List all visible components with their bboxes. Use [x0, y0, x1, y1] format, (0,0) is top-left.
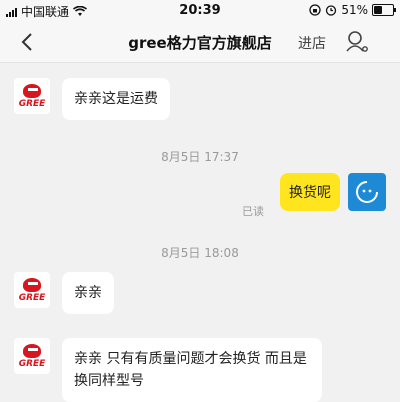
gree-logo-icon — [23, 343, 41, 358]
message-bubble[interactable]: 亲亲 只有有质量问题才会换货 而且是换同样型号 — [62, 338, 322, 402]
my-message-bubble[interactable]: 换货呢 — [280, 173, 340, 211]
shop-avatar[interactable]: GREE — [14, 78, 50, 114]
shop-avatar[interactable]: GREE — [14, 338, 50, 374]
message-bubble[interactable]: 亲亲这是运费 — [62, 78, 170, 120]
gree-logo-icon — [23, 277, 41, 292]
status-bar: 中国联通 20:39 51% — [0, 0, 400, 22]
alarm-icon — [326, 5, 337, 16]
read-receipt: 已读 — [242, 205, 264, 218]
my-avatar[interactable] — [348, 173, 386, 211]
smiley-face-icon — [356, 181, 378, 203]
status-right: 51% — [309, 3, 396, 17]
message-bubble[interactable]: 亲亲 — [62, 272, 114, 314]
chat-title: gree格力官方旗舰店 — [128, 34, 272, 52]
shop-avatar[interactable]: GREE — [14, 272, 50, 308]
chat-nav-bar: gree格力官方旗舰店 进店 — [0, 22, 400, 63]
enter-store-button[interactable]: 进店 — [298, 33, 326, 53]
message-timestamp: 8月5日 17:37 — [161, 150, 239, 164]
battery-icon — [372, 4, 396, 16]
avatar-brand-text: GREE — [18, 358, 46, 369]
orientation-lock-icon — [309, 4, 321, 16]
message-timestamp: 8月5日 18:08 — [161, 246, 239, 260]
avatar-brand-text: GREE — [18, 292, 46, 303]
avatar-brand-text: GREE — [18, 98, 46, 109]
user-profile-icon[interactable] — [344, 29, 370, 55]
battery-percent: 51% — [341, 3, 368, 17]
gree-logo-icon — [23, 83, 41, 98]
